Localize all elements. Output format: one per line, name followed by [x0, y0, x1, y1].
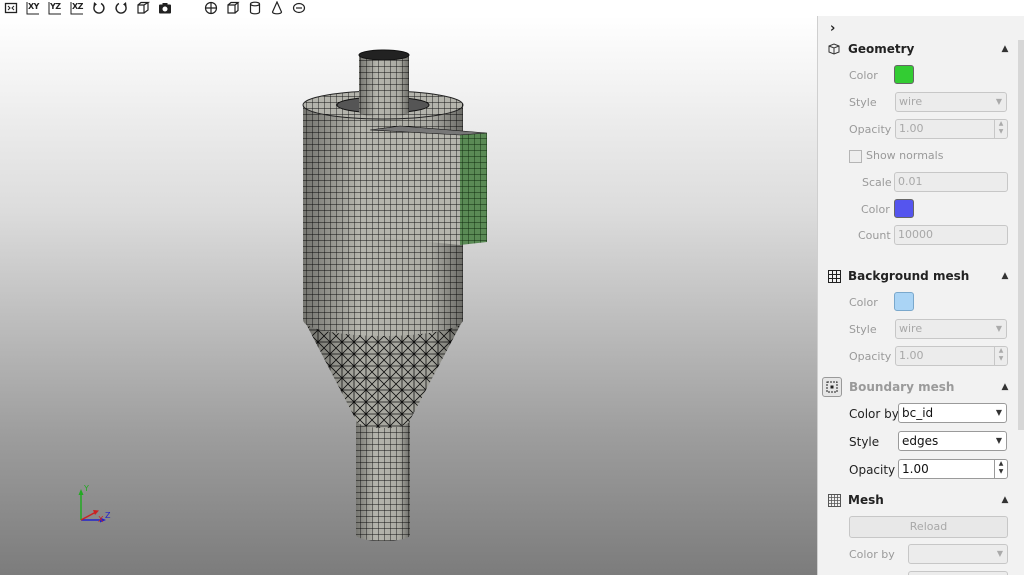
perspective-icon[interactable]	[135, 0, 151, 15]
panel-scrollbar[interactable]	[1018, 40, 1024, 430]
chevron-down-icon: ▼	[995, 436, 1002, 445]
mesh-section-header[interactable]: Mesh ▲	[826, 489, 1012, 511]
geometry-style-label: Style	[849, 96, 877, 109]
background-mesh-opacity-spinbox[interactable]: 1.00 ▲ ▼	[895, 346, 1008, 366]
fit-view-icon[interactable]	[3, 0, 19, 15]
cylinder-icon[interactable]	[247, 0, 263, 15]
normals-count-field[interactable]: 10000	[894, 225, 1008, 245]
view-xz-label: XZ	[72, 2, 83, 11]
rotate-ccw-icon[interactable]	[91, 0, 107, 15]
axis-x-label: X	[98, 515, 104, 524]
geometry-section-header[interactable]: Geometry ▲	[826, 38, 1012, 60]
spinner-arrows-icon[interactable]: ▲ ▼	[994, 347, 1007, 365]
boundary-opacity-value: 1.00	[902, 462, 929, 476]
reload-button[interactable]: Reload	[849, 516, 1008, 538]
outlet-tube	[356, 418, 410, 541]
background-mesh-style-value: wire	[899, 322, 923, 335]
boundary-style-label: Style	[849, 435, 880, 449]
geometry-color-swatch[interactable]	[894, 65, 914, 84]
background-mesh-style-select[interactable]: wire ▼	[895, 319, 1007, 339]
boundary-color-by-select[interactable]: bc_id ▼	[898, 403, 1007, 423]
geometry-icon	[826, 41, 842, 57]
mesh-next-field[interactable]	[908, 571, 1008, 575]
chevron-down-icon: ▼	[995, 408, 1002, 417]
mesh-color-by-select[interactable]: ▼	[908, 544, 1008, 564]
boundary-style-select[interactable]: edges ▼	[898, 431, 1007, 451]
mesh-icon	[826, 492, 842, 508]
normals-scale-label: Scale	[862, 176, 892, 189]
geometry-title: Geometry	[848, 42, 915, 56]
boundary-mesh-title: Boundary mesh	[849, 380, 955, 394]
boundary-opacity-label: Opacity	[849, 463, 896, 477]
background-mesh-opacity-label: Opacity	[849, 350, 892, 363]
spinner-arrows-icon[interactable]: ▲ ▼	[994, 460, 1007, 478]
grid-icon	[826, 268, 842, 284]
ellipse-icon[interactable]	[291, 0, 307, 15]
background-mesh-color-label: Color	[849, 296, 878, 309]
boundary-opacity-spinbox[interactable]: 1.00 ▲ ▼	[898, 459, 1008, 479]
normals-count-value: 10000	[898, 228, 933, 241]
background-mesh-color-swatch[interactable]	[894, 292, 914, 311]
normals-color-swatch[interactable]	[894, 199, 914, 218]
axes-triad: Y X Z	[78, 484, 111, 524]
spinner-arrows-icon[interactable]: ▲ ▼	[994, 120, 1007, 138]
normals-color-label: Color	[861, 203, 890, 216]
cube-icon[interactable]	[225, 0, 241, 15]
chevron-up-icon[interactable]: ▲	[998, 495, 1012, 505]
normals-scale-field[interactable]: 0.01	[894, 172, 1008, 192]
toolbar: XY YZ XZ	[0, 0, 816, 16]
background-mesh-opacity-value: 1.00	[899, 349, 924, 362]
boundary-mesh-icon	[822, 377, 842, 397]
screenshot-icon[interactable]	[157, 0, 173, 15]
cyclone-mesh-model	[302, 49, 488, 541]
background-mesh-style-label: Style	[849, 323, 877, 336]
cone-section	[304, 320, 463, 428]
background-mesh-title: Background mesh	[848, 269, 970, 283]
boundary-color-by-value: bc_id	[902, 406, 934, 420]
background-mesh-section-header[interactable]: Background mesh ▲	[826, 265, 1012, 287]
boundary-style-value: edges	[902, 434, 939, 448]
chevron-up-icon[interactable]: ▲	[998, 271, 1012, 281]
view-xy-button[interactable]: XY	[25, 0, 41, 15]
geometry-opacity-spinbox[interactable]: 1.00 ▲ ▼	[895, 119, 1008, 139]
geometry-opacity-label: Opacity	[849, 123, 892, 136]
geometry-style-select[interactable]: wire ▼	[895, 92, 1007, 112]
show-normals-label: Show normals	[866, 149, 944, 162]
boundary-color-by-label: Color by	[849, 407, 899, 421]
properties-panel: › Geometry ▲ Color Style wire ▼ Opacity 1…	[817, 16, 1024, 575]
chevron-down-icon: ▼	[995, 324, 1002, 333]
geometry-style-value: wire	[899, 95, 923, 108]
crosshair-icon[interactable]	[203, 0, 219, 15]
boundary-mesh-section-header[interactable]: Boundary mesh ▲	[822, 376, 1012, 398]
mesh-color-by-label: Color by	[849, 548, 895, 561]
3d-viewport[interactable]: Y X Z	[0, 16, 817, 575]
chevron-up-icon[interactable]: ▲	[998, 382, 1012, 392]
vortex-finder-tube	[358, 49, 410, 117]
normals-count-label: Count	[858, 229, 891, 242]
normals-scale-value: 0.01	[898, 175, 923, 188]
show-normals-checkbox[interactable]	[849, 150, 862, 163]
view-xy-label: XY	[28, 2, 39, 11]
view-xz-button[interactable]: XZ	[69, 0, 85, 15]
chevron-down-icon: ▼	[995, 97, 1002, 106]
chevron-down-icon: ▼	[996, 549, 1003, 558]
view-yz-button[interactable]: YZ	[47, 0, 63, 15]
mesh-title: Mesh	[848, 493, 884, 507]
rotate-cw-icon[interactable]	[113, 0, 129, 15]
inlet-box	[369, 125, 488, 245]
geometry-opacity-value: 1.00	[899, 122, 924, 135]
chevron-up-icon[interactable]: ▲	[998, 44, 1012, 54]
axis-y-label: Y	[83, 484, 89, 493]
axis-z-label: Z	[105, 511, 111, 520]
view-yz-label: YZ	[50, 2, 61, 11]
cone-icon[interactable]	[269, 0, 285, 15]
geometry-color-label: Color	[849, 69, 878, 82]
collapse-panel-button[interactable]: ›	[830, 21, 835, 36]
